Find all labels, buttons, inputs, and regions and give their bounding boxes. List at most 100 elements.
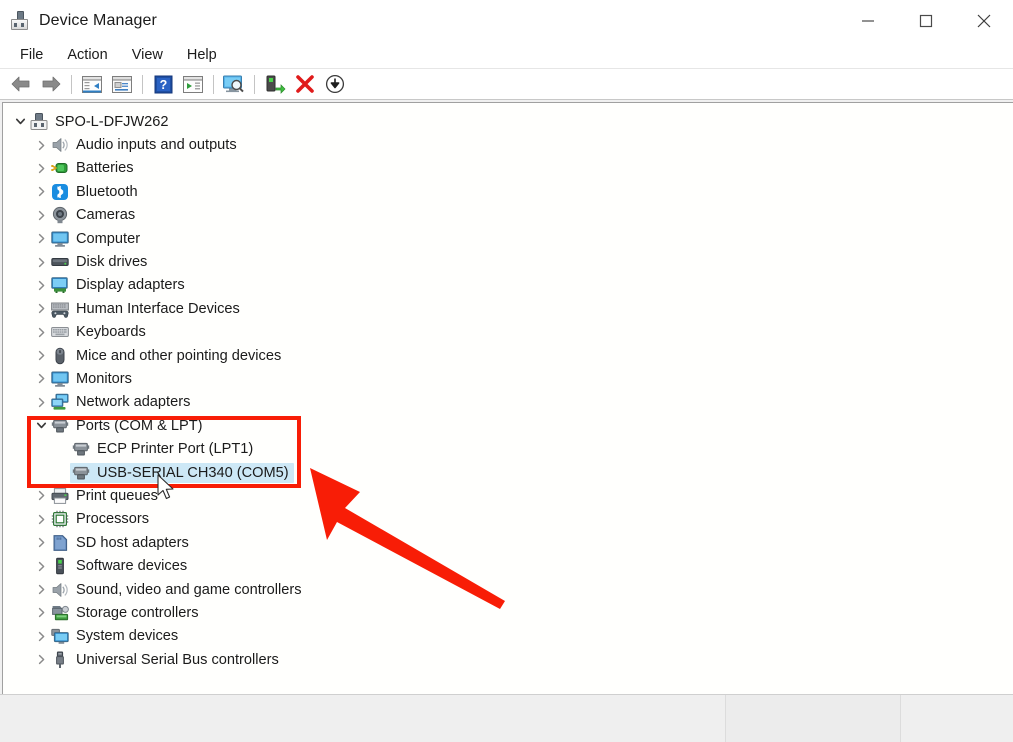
chevron-right-icon[interactable] — [33, 348, 49, 364]
device-tree-panel[interactable]: SPO-L-DFJW262 Audio inputs and outputs Bat… — [2, 102, 1013, 694]
tree-item[interactable]: SD host adapters — [3, 531, 1013, 554]
tree-item[interactable]: Network adapters — [3, 391, 1013, 414]
tree-item-content[interactable]: Batteries — [49, 158, 139, 178]
chevron-right-icon[interactable] — [33, 628, 49, 644]
tree-item-content[interactable]: Cameras — [49, 205, 140, 225]
tree-item-content[interactable]: Ports (COM & LPT) — [49, 416, 208, 436]
usb-icon — [51, 651, 69, 669]
sd-card-icon — [51, 534, 69, 552]
tree-item[interactable]: Batteries — [3, 157, 1013, 180]
uninstall-device-button[interactable] — [291, 71, 319, 97]
show-hide-console-tree-button[interactable] — [78, 71, 106, 97]
tree-item[interactable]: ECP Printer Port (LPT1) — [3, 437, 1013, 460]
system-device-icon — [51, 627, 69, 645]
chevron-right-icon[interactable] — [33, 511, 49, 527]
tree-item[interactable]: Bluetooth — [3, 180, 1013, 203]
status-cell-secondary — [725, 695, 900, 742]
tree-item-content[interactable]: Storage controllers — [49, 603, 204, 623]
back-button[interactable] — [7, 71, 35, 97]
tree-item-content[interactable]: Processors — [49, 509, 154, 529]
chevron-right-icon[interactable] — [33, 394, 49, 410]
disable-device-button[interactable] — [321, 71, 349, 97]
tree-item[interactable]: Computer — [3, 227, 1013, 250]
tree-item[interactable]: Ports (COM & LPT) — [3, 414, 1013, 437]
tree-item-content[interactable]: ECP Printer Port (LPT1) — [70, 439, 258, 459]
tree-item[interactable]: Processors — [3, 508, 1013, 531]
chevron-right-icon[interactable] — [33, 535, 49, 551]
tree-item[interactable]: Print queues — [3, 484, 1013, 507]
minimize-button[interactable] — [839, 0, 897, 42]
tree-item[interactable]: Software devices — [3, 554, 1013, 577]
tree-item-content[interactable]: Keyboards — [49, 322, 151, 342]
scan-hardware-changes-button[interactable] — [220, 71, 248, 97]
chevron-right-icon[interactable] — [33, 301, 49, 317]
tree-item-label: Computer — [76, 230, 141, 247]
tree-item[interactable]: USB-SERIAL CH340 (COM5) — [3, 461, 1013, 484]
chevron-down-icon[interactable] — [33, 418, 49, 434]
tree-item[interactable]: Cameras — [3, 204, 1013, 227]
tree-item-content[interactable]: Print queues — [49, 486, 163, 506]
device-manager-icon — [10, 11, 30, 31]
status-cell-main — [0, 695, 725, 742]
action-pane-button[interactable] — [179, 71, 207, 97]
tree-item-content[interactable]: System devices — [49, 626, 183, 646]
maximize-button[interactable] — [897, 0, 955, 42]
window-controls — [839, 0, 1013, 42]
tree-item[interactable]: Sound, video and game controllers — [3, 578, 1013, 601]
chevron-right-icon[interactable] — [33, 254, 49, 270]
chevron-right-icon[interactable] — [33, 207, 49, 223]
chevron-right-icon[interactable] — [33, 324, 49, 340]
tree-item[interactable]: Audio inputs and outputs — [3, 133, 1013, 156]
tree-item-content[interactable]: SPO-L-DFJW262 — [28, 112, 174, 132]
tree-item[interactable]: Disk drives — [3, 250, 1013, 273]
chevron-right-icon[interactable] — [33, 184, 49, 200]
tree-item-content[interactable]: Network adapters — [49, 392, 195, 412]
tree-item[interactable]: Display adapters — [3, 274, 1013, 297]
chevron-right-icon[interactable] — [33, 137, 49, 153]
tree-item[interactable]: Storage controllers — [3, 601, 1013, 624]
forward-button[interactable] — [37, 71, 65, 97]
tree-item[interactable]: Monitors — [3, 367, 1013, 390]
tree-item-content[interactable]: Mice and other pointing devices — [49, 346, 286, 366]
tree-item[interactable]: Mice and other pointing devices — [3, 344, 1013, 367]
tree-item[interactable]: Human Interface Devices — [3, 297, 1013, 320]
chevron-right-icon[interactable] — [33, 652, 49, 668]
tree-item-content[interactable]: Software devices — [49, 556, 192, 576]
tree-item[interactable]: Universal Serial Bus controllers — [3, 648, 1013, 671]
chevron-right-icon[interactable] — [33, 582, 49, 598]
chevron-right-icon[interactable] — [33, 488, 49, 504]
tree-item-content[interactable]: Bluetooth — [49, 182, 143, 202]
tree-item-content[interactable]: Monitors — [49, 369, 137, 389]
tree-item-label: Network adapters — [76, 394, 191, 411]
tree-item-content[interactable]: USB-SERIAL CH340 (COM5) — [70, 462, 294, 483]
chevron-right-icon[interactable] — [33, 371, 49, 387]
close-button[interactable] — [955, 0, 1013, 42]
tree-item-content[interactable]: Audio inputs and outputs — [49, 135, 242, 155]
tree-item-content[interactable]: Disk drives — [49, 252, 152, 272]
help-button[interactable]: ? — [149, 71, 177, 97]
tree-item-content[interactable]: Human Interface Devices — [49, 299, 245, 319]
tree-item-content[interactable]: Display adapters — [49, 275, 190, 295]
chevron-right-icon[interactable] — [33, 160, 49, 176]
menu-item-help[interactable]: Help — [175, 45, 229, 65]
chevron-right-icon[interactable] — [33, 558, 49, 574]
update-driver-button[interactable] — [261, 71, 289, 97]
tree-item-content[interactable]: Universal Serial Bus controllers — [49, 650, 284, 670]
menu-item-view[interactable]: View — [120, 45, 175, 65]
tree-item-content[interactable]: Computer — [49, 229, 145, 249]
tree-item[interactable]: System devices — [3, 625, 1013, 648]
tree-root-node[interactable]: SPO-L-DFJW262 — [3, 110, 1013, 133]
tree-item[interactable]: Keyboards — [3, 321, 1013, 344]
tree-item-content[interactable]: SD host adapters — [49, 533, 194, 553]
chevron-down-icon[interactable] — [12, 114, 28, 130]
tree-item-label: Ports (COM & LPT) — [76, 417, 203, 434]
properties-button[interactable] — [108, 71, 136, 97]
tree-item-content[interactable]: Sound, video and game controllers — [49, 580, 307, 600]
chevron-right-icon[interactable] — [33, 605, 49, 621]
chevron-right-icon[interactable] — [33, 231, 49, 247]
menu-item-action[interactable]: Action — [55, 45, 119, 65]
menu-item-file[interactable]: File — [8, 45, 55, 65]
tree-item-label: Human Interface Devices — [76, 300, 240, 317]
tree-item-label: Mice and other pointing devices — [76, 347, 282, 364]
chevron-right-icon[interactable] — [33, 277, 49, 293]
